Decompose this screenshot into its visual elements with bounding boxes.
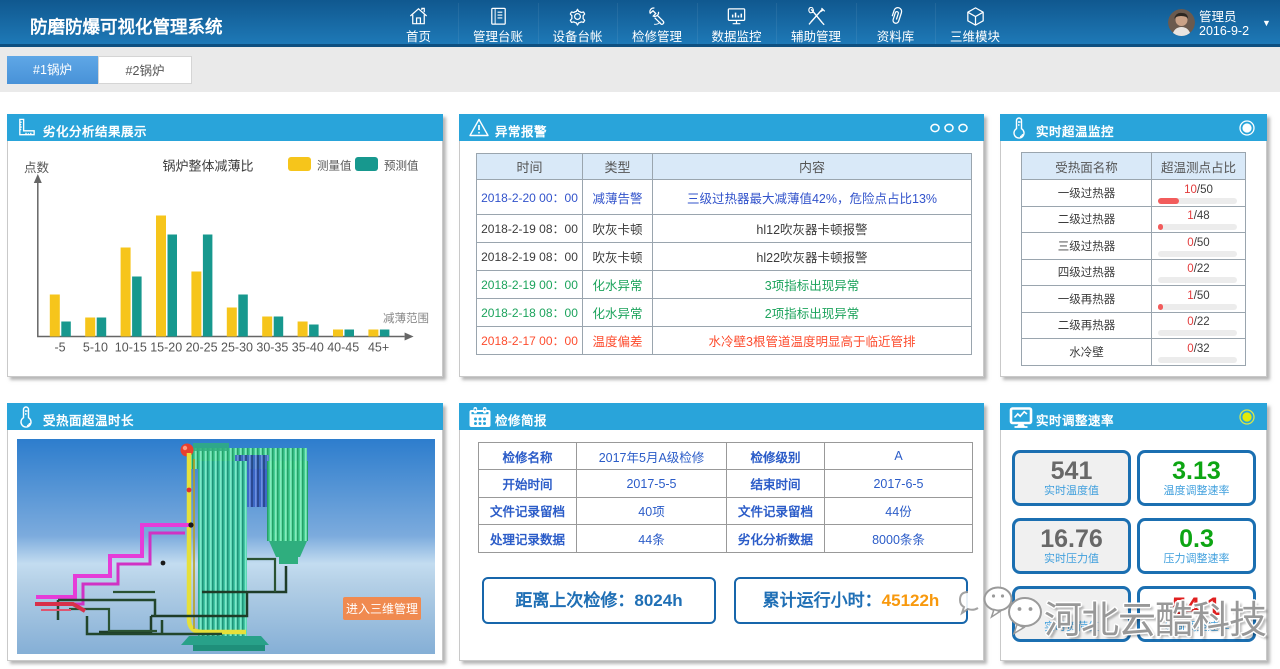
svg-text:预测值: 预测值	[384, 160, 419, 173]
svg-text:锅炉整体减薄比: 锅炉整体减薄比	[162, 159, 253, 174]
svg-text:5-10: 5-10	[83, 341, 108, 355]
svg-text:15-20: 15-20	[150, 341, 182, 355]
svg-text:45+: 45+	[368, 341, 389, 355]
svg-text:减薄范围: 减薄范围	[383, 311, 429, 325]
svg-text:30-35: 30-35	[256, 341, 288, 355]
svg-text:进入三维管理: 进入三维管理	[346, 601, 418, 616]
svg-text:40-45: 40-45	[327, 341, 359, 355]
svg-text:20-25: 20-25	[186, 341, 218, 355]
svg-text:25-30: 25-30	[221, 341, 253, 355]
svg-text:-5: -5	[54, 341, 65, 355]
svg-text:测量值: 测量值	[317, 160, 352, 173]
svg-text:10-15: 10-15	[115, 341, 147, 355]
svg-text:35-40: 35-40	[292, 341, 324, 355]
svg-text:点数: 点数	[24, 160, 50, 175]
